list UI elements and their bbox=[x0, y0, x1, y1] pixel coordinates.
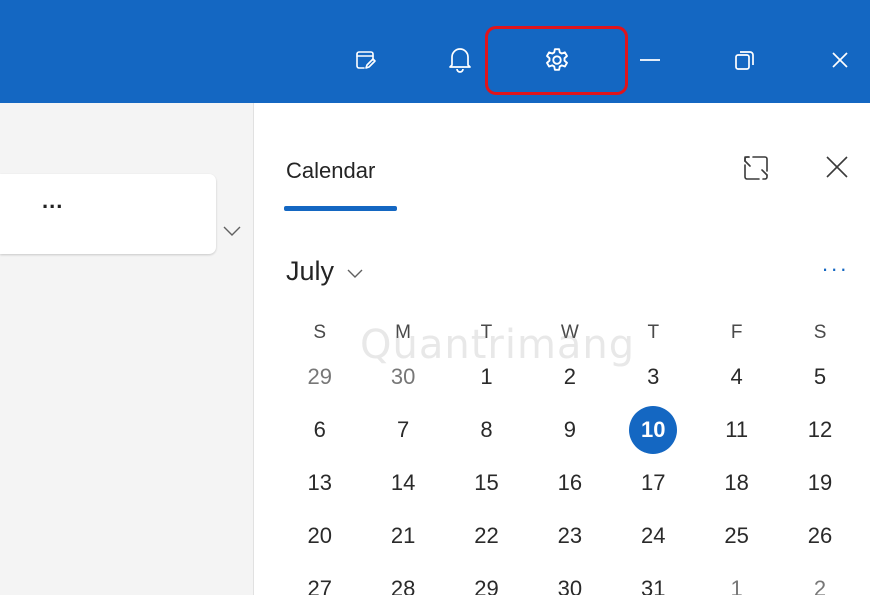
date-cell[interactable]: 11 bbox=[695, 417, 778, 443]
month-label: July bbox=[286, 256, 335, 286]
date-number: 11 bbox=[725, 416, 749, 442]
date-cell[interactable]: 14 bbox=[361, 470, 444, 496]
settings-button[interactable] bbox=[485, 26, 628, 95]
date-cell[interactable]: 31 bbox=[612, 576, 695, 595]
calendar-tab[interactable]: Calendar bbox=[286, 158, 375, 184]
date-number: 3 bbox=[647, 363, 660, 389]
date-number: 15 bbox=[474, 469, 499, 495]
weekday-label: S bbox=[813, 322, 827, 343]
date-cell[interactable]: 19 bbox=[778, 470, 861, 496]
date-number: 8 bbox=[480, 416, 493, 442]
date-number: 13 bbox=[307, 469, 332, 495]
date-cell[interactable]: 5 bbox=[778, 364, 861, 390]
date-cell[interactable]: 18 bbox=[695, 470, 778, 496]
date-cell[interactable]: 6 bbox=[278, 417, 361, 443]
chevron-down-icon[interactable] bbox=[222, 225, 242, 237]
date-number: 21 bbox=[390, 522, 416, 548]
today-date-cell[interactable]: 10 bbox=[612, 405, 695, 454]
date-cell[interactable]: 1 bbox=[695, 576, 778, 595]
restore-button[interactable] bbox=[720, 32, 770, 88]
restore-icon bbox=[735, 51, 754, 70]
more-options-button[interactable]: ... bbox=[42, 188, 63, 214]
weekday-label: S bbox=[313, 322, 327, 343]
date-cell[interactable]: 13 bbox=[278, 470, 361, 496]
week-row: 13 14 15 16 17 18 19 bbox=[278, 456, 862, 509]
date-number: 10 bbox=[641, 416, 666, 442]
date-cell[interactable]: 29 bbox=[445, 576, 528, 595]
date-cell[interactable]: 15 bbox=[445, 470, 528, 496]
date-cell[interactable]: 27 bbox=[278, 576, 361, 595]
date-cell[interactable]: 25 bbox=[695, 523, 778, 549]
close-icon bbox=[832, 52, 848, 68]
date-number: 9 bbox=[563, 416, 576, 442]
date-number: 28 bbox=[390, 575, 416, 595]
date-cell[interactable]: 16 bbox=[528, 470, 611, 496]
date-cell[interactable]: 9 bbox=[528, 417, 611, 443]
minimize-icon bbox=[640, 59, 660, 61]
date-cell[interactable]: 26 bbox=[778, 523, 861, 549]
date-cell[interactable]: 21 bbox=[361, 523, 444, 549]
date-cell[interactable]: 22 bbox=[445, 523, 528, 549]
date-number: 7 bbox=[396, 416, 410, 442]
date-number: 17 bbox=[641, 469, 666, 495]
date-number: 27 bbox=[307, 575, 332, 595]
date-number: 5 bbox=[813, 363, 827, 389]
chevron-down-icon bbox=[347, 269, 363, 278]
date-cell[interactable]: 8 bbox=[445, 417, 528, 443]
date-number: 19 bbox=[807, 469, 833, 495]
minimize-button[interactable] bbox=[625, 32, 675, 88]
close-window-button[interactable] bbox=[815, 32, 865, 88]
todo-check-icon bbox=[356, 51, 376, 69]
date-cell[interactable]: 23 bbox=[528, 523, 611, 549]
date-number: 6 bbox=[313, 416, 326, 442]
watermark: Quantrimang bbox=[360, 322, 636, 368]
date-number: 25 bbox=[724, 522, 749, 548]
bell-icon bbox=[449, 48, 471, 73]
message-card[interactable]: ... bbox=[0, 174, 216, 254]
gear-icon bbox=[545, 47, 568, 71]
date-cell[interactable]: 30 bbox=[528, 576, 611, 595]
date-number: 23 bbox=[557, 522, 583, 548]
date-cell[interactable]: 20 bbox=[278, 523, 361, 549]
date-number: 24 bbox=[641, 522, 666, 548]
date-number: 2 bbox=[813, 575, 827, 595]
date-number: 18 bbox=[724, 469, 749, 495]
date-cell[interactable]: 17 bbox=[612, 470, 695, 496]
date-number: 12 bbox=[807, 416, 833, 442]
expand-icon[interactable] bbox=[741, 153, 771, 183]
date-number: 29 bbox=[307, 363, 332, 389]
date-number: 30 bbox=[557, 575, 583, 595]
week-row: 27 28 29 30 31 1 2 bbox=[278, 562, 862, 595]
month-selector[interactable]: July bbox=[286, 256, 364, 287]
date-number: 1 bbox=[730, 575, 743, 595]
calendar-more-button[interactable]: ... bbox=[822, 251, 849, 277]
date-cell[interactable]: 12 bbox=[778, 417, 861, 443]
date-cell[interactable]: 4 bbox=[695, 364, 778, 390]
todo-button[interactable] bbox=[340, 32, 390, 88]
date-number: 4 bbox=[730, 363, 743, 389]
date-number: 22 bbox=[474, 522, 499, 548]
date-cell[interactable]: 28 bbox=[361, 576, 444, 595]
notifications-button[interactable] bbox=[435, 32, 485, 88]
week-row: 6 7 8 9 10 11 12 bbox=[278, 403, 862, 456]
date-number: 26 bbox=[807, 522, 833, 548]
active-tab-indicator bbox=[284, 206, 397, 211]
title-bar bbox=[0, 0, 870, 103]
date-number: 16 bbox=[557, 469, 583, 495]
date-number: 20 bbox=[307, 522, 332, 548]
weekday-label: F bbox=[730, 322, 743, 343]
date-cell[interactable]: 24 bbox=[612, 523, 695, 549]
week-row: 20 21 22 23 24 25 26 bbox=[278, 509, 862, 562]
date-cell[interactable]: 29 bbox=[278, 364, 361, 390]
left-pane: ... bbox=[0, 103, 253, 595]
date-cell[interactable]: 2 bbox=[778, 576, 861, 595]
close-pane-icon[interactable] bbox=[824, 154, 850, 180]
date-number: 14 bbox=[390, 469, 416, 495]
date-number: 29 bbox=[474, 575, 499, 595]
date-number: 31 bbox=[641, 575, 666, 595]
date-cell[interactable]: 7 bbox=[361, 417, 444, 443]
